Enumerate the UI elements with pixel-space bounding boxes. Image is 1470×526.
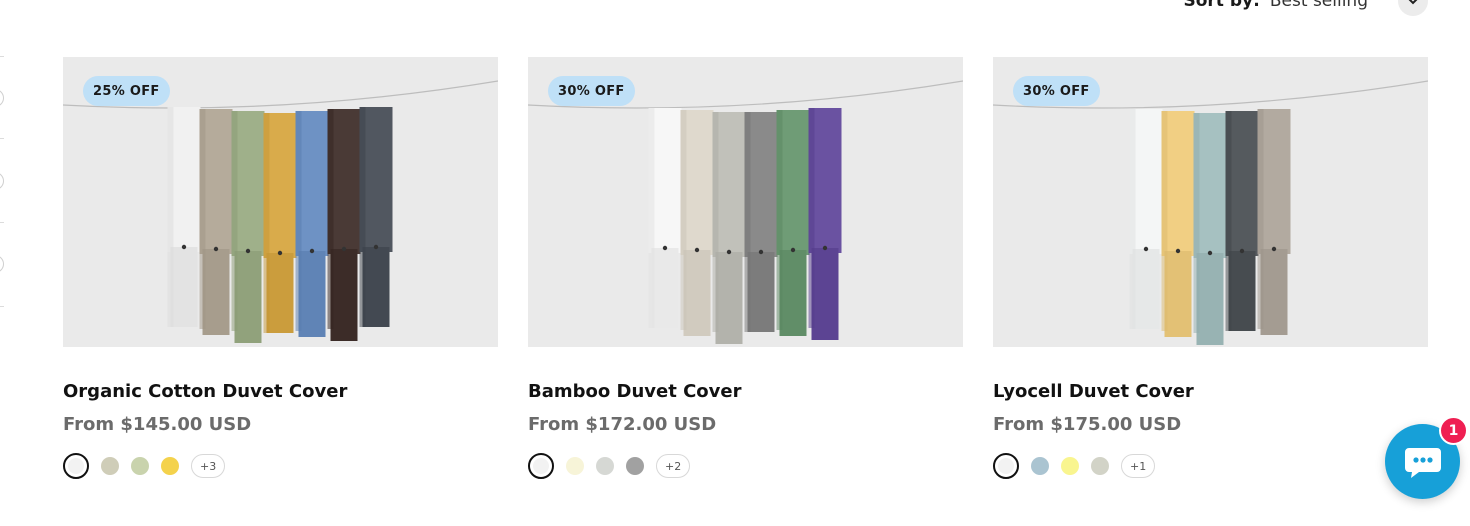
filter-radio[interactable] [0, 89, 4, 107]
color-swatch[interactable] [161, 457, 179, 475]
color-swatch[interactable] [528, 453, 554, 479]
product-image[interactable]: 30% OFF [528, 57, 963, 347]
color-swatch[interactable] [1061, 457, 1079, 475]
product-price: From $145.00 USD [63, 414, 252, 435]
product-price: From $172.00 USD [528, 414, 717, 435]
color-swatch[interactable] [1031, 457, 1049, 475]
color-swatch[interactable] [993, 453, 1019, 479]
product-card[interactable]: 30% OFF Lyocell Duvet Cover From $175.00… [993, 57, 1428, 479]
product-card[interactable]: 30% OFF Bamboo Duvet Cover From $172.00 … [528, 57, 963, 479]
filter-radio[interactable] [0, 172, 4, 190]
filter-divider [0, 222, 4, 223]
color-swatch[interactable] [566, 457, 584, 475]
filter-divider [0, 56, 4, 57]
product-title[interactable]: Bamboo Duvet Cover [528, 381, 963, 402]
filter-radio[interactable] [0, 255, 4, 273]
color-swatch[interactable] [101, 457, 119, 475]
sort-label: Sort by: [1183, 0, 1260, 11]
product-card[interactable]: 25% OFF Organic Cotton Duvet Cover From … [63, 57, 498, 479]
sort-control[interactable]: Sort by: Best selling [1183, 0, 1428, 16]
product-title[interactable]: Organic Cotton Duvet Cover [63, 381, 498, 402]
more-colors-button[interactable]: +1 [1121, 454, 1156, 478]
product-price: From $175.00 USD [993, 414, 1182, 435]
color-swatches: +3 [63, 453, 498, 479]
notification-badge: 1 [1439, 416, 1468, 445]
filter-divider [0, 306, 4, 307]
filter-rail [0, 56, 6, 316]
color-swatch[interactable] [131, 457, 149, 475]
discount-badge: 25% OFF [83, 76, 170, 106]
more-colors-button[interactable]: +3 [191, 454, 226, 478]
product-image[interactable]: 30% OFF [993, 57, 1428, 347]
more-colors-button[interactable]: +2 [656, 454, 691, 478]
discount-badge: 30% OFF [548, 76, 635, 106]
product-title[interactable]: Lyocell Duvet Cover [993, 381, 1428, 402]
color-swatch[interactable] [626, 457, 644, 475]
product-image[interactable]: 25% OFF [63, 57, 498, 347]
chevron-down-icon[interactable] [1398, 0, 1428, 16]
color-swatch[interactable] [63, 453, 89, 479]
filter-divider [0, 138, 4, 139]
color-swatches: +1 [993, 453, 1428, 479]
sort-value[interactable]: Best selling [1270, 0, 1368, 11]
chat-bubble-icon [1404, 447, 1441, 478]
color-swatch[interactable] [596, 457, 614, 475]
discount-badge: 30% OFF [1013, 76, 1100, 106]
color-swatch[interactable] [1091, 457, 1109, 475]
color-swatches: +2 [528, 453, 963, 479]
